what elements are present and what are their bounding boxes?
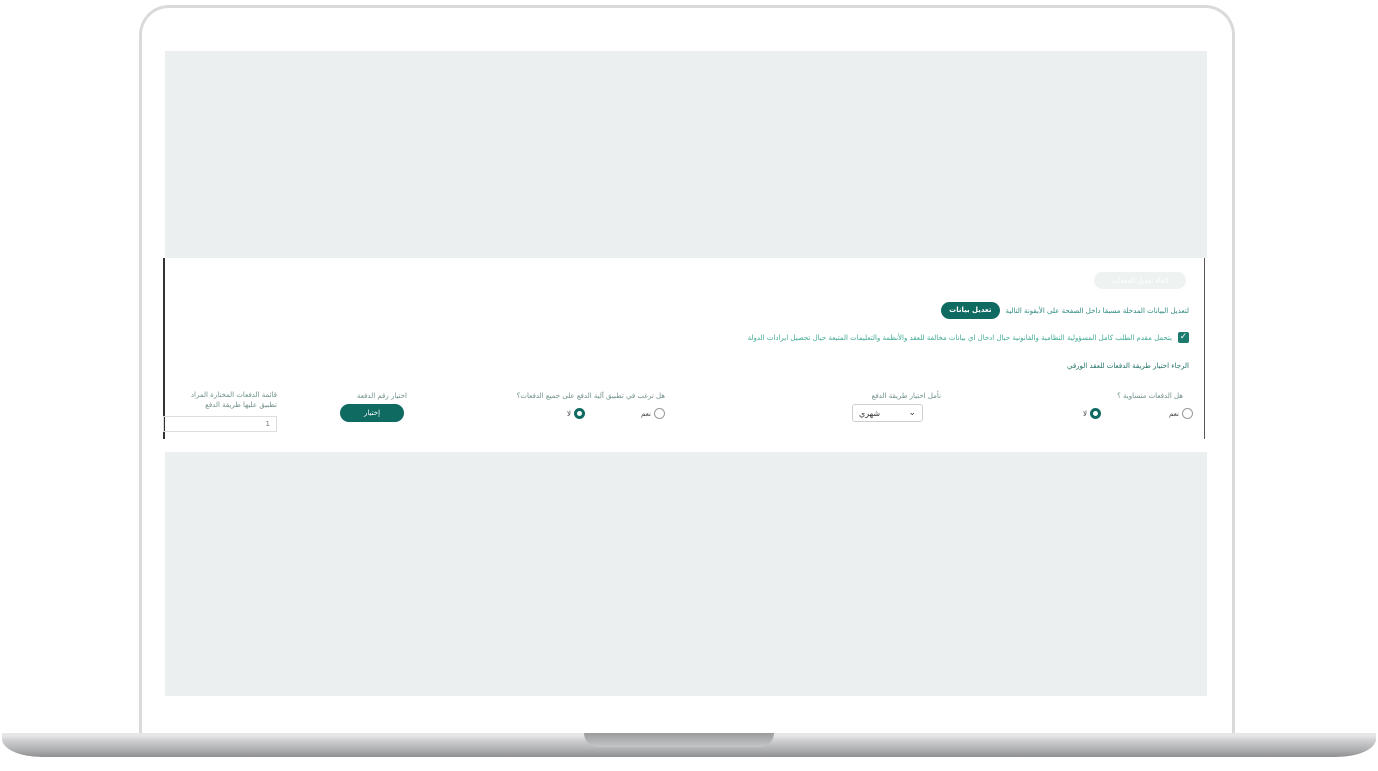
edit-hint-text: لتعديل البيانات المدخلة مسبقا داخل الصفح…	[1005, 306, 1189, 315]
payments-panel: الغاء تعديل الدفعات لتعديل البيانات المد…	[163, 258, 1207, 452]
declaration-checkbox[interactable]: ✓	[1178, 332, 1189, 343]
payment-method-select[interactable]: ⌄ شهري	[852, 404, 923, 422]
panel-right-border	[1204, 258, 1205, 439]
chevron-down-icon: ⌄	[908, 408, 916, 418]
declaration-text: يتحمل مقدم الطلب كامل المسؤولية النظامية…	[747, 333, 1172, 342]
payment-method-value: شهري	[859, 408, 881, 418]
edit-data-button[interactable]: تعديل بيانات	[941, 302, 1000, 319]
payment-method-label: نأمل اختيار طريقة الدفع	[871, 392, 941, 400]
equal-payments-label: هل الدفعات متساوية ؟	[1117, 392, 1183, 400]
equal-no-radio[interactable]	[1090, 408, 1101, 419]
declaration-row: ✓ يتحمل مقدم الطلب كامل المسؤولية النظام…	[748, 332, 1189, 343]
list-label-line2: تطبيق عليها طريقة الدفع	[205, 401, 277, 409]
apply-all-no-radio[interactable]	[574, 408, 585, 419]
equal-no-label: لا	[1083, 409, 1087, 418]
choose-number-label: اختيار رقم الدفعة	[356, 392, 407, 400]
equal-no-option[interactable]: لا	[1083, 408, 1101, 419]
apply-all-no-option[interactable]: لا	[567, 408, 585, 419]
equal-yes-option[interactable]: نعم	[1169, 408, 1193, 419]
equal-yes-radio[interactable]	[1182, 408, 1193, 419]
apply-all-yes-option[interactable]: نعم	[641, 408, 665, 419]
apply-all-yes-label: نعم	[641, 409, 651, 418]
equal-yes-label: نعم	[1169, 409, 1179, 418]
edit-hint-row: لتعديل البيانات المدخلة مسبقا داخل الصفح…	[941, 302, 1189, 319]
instruction-text: الرجاء اختيار طريقة الدفعات للعقد الورقي	[1067, 362, 1189, 370]
panel-left-border	[163, 258, 165, 439]
cancel-edit-payments-button[interactable]: الغاء تعديل الدفعات	[1094, 272, 1186, 289]
laptop-notch	[584, 733, 774, 747]
list-label-line1: قائمة الدفعات المختارة المراد	[190, 391, 277, 399]
apply-all-label: هل ترغب في تطبيق آلية الدفع على جميع الد…	[516, 392, 665, 400]
apply-all-no-label: لا	[567, 409, 571, 418]
apply-all-yes-radio[interactable]	[654, 408, 665, 419]
selected-payments-input[interactable]: 1	[163, 416, 277, 432]
choose-button[interactable]: إختيار	[340, 404, 404, 422]
